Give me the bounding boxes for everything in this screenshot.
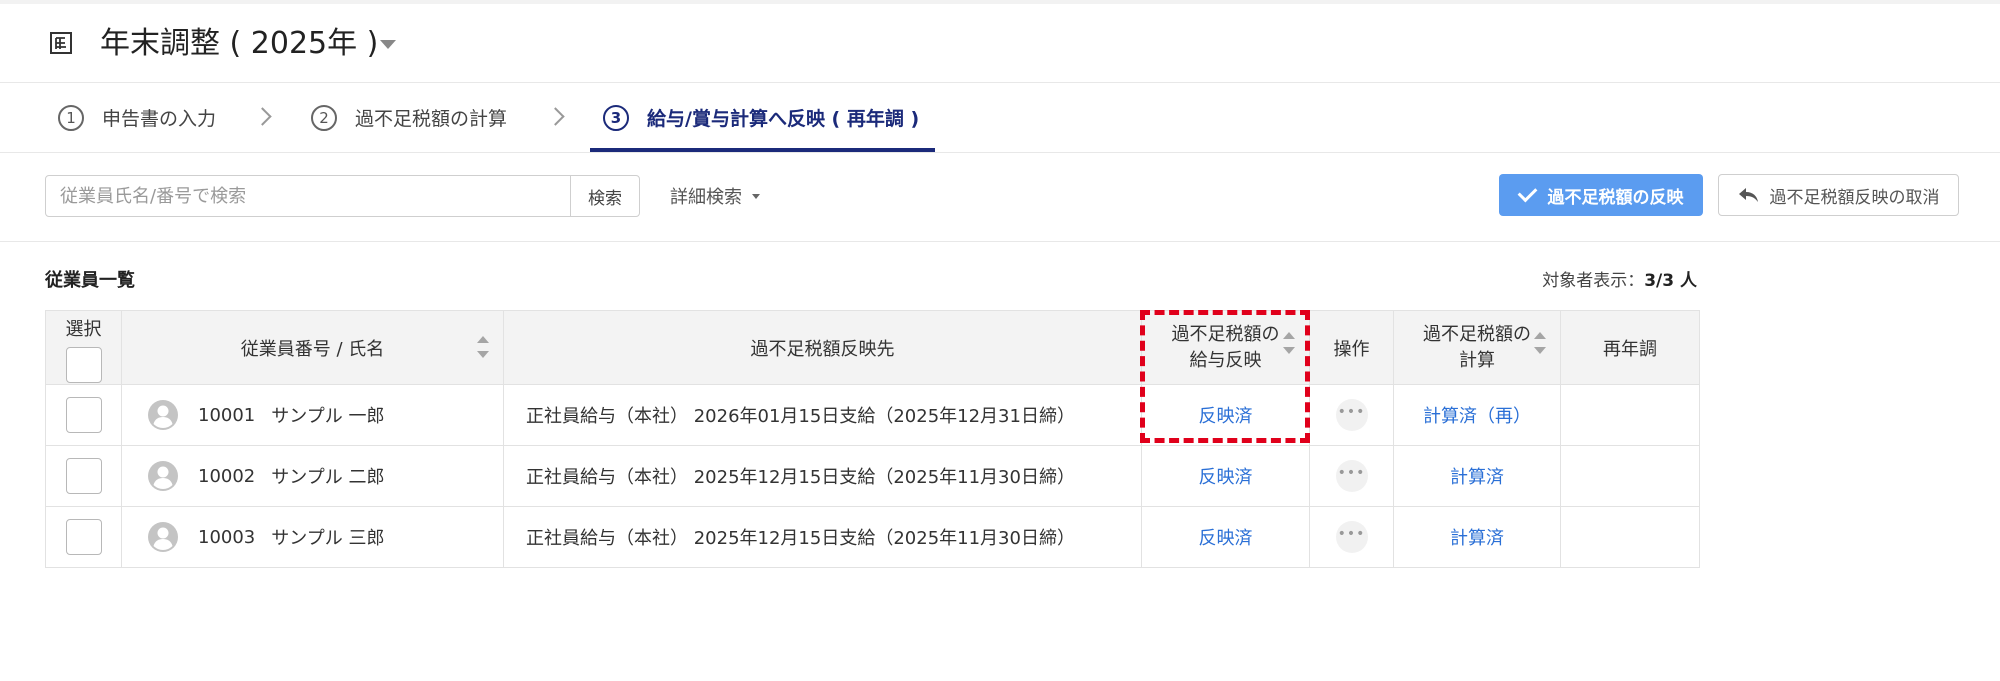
step-number: 1 bbox=[58, 104, 84, 131]
active-step-underline bbox=[590, 148, 935, 152]
avatar-icon bbox=[148, 522, 178, 552]
more-actions-icon[interactable]: ••• bbox=[1335, 399, 1368, 431]
employee-search-input[interactable] bbox=[45, 175, 571, 217]
employee-cell: 10001 サンプル 一郎 bbox=[121, 384, 504, 446]
step-2-calculation[interactable]: 2 過不足税額の計算 bbox=[311, 83, 507, 152]
column-destination: 過不足税額反映先 bbox=[503, 310, 1142, 385]
step-label: 過不足税額の計算 bbox=[355, 108, 508, 130]
step-number: 3 bbox=[603, 104, 629, 131]
salary-reflect-link[interactable]: 反映済 bbox=[1141, 506, 1310, 568]
cancel-reflect-button[interactable]: 過不足税額反映の取消 bbox=[1718, 174, 1959, 216]
employee-number: 10001 bbox=[198, 404, 256, 426]
caret-down-icon bbox=[752, 193, 760, 199]
destination-cell: 正社員給与（本社） 2025年12月15日支給（2025年11月30日締） bbox=[503, 445, 1142, 507]
row-checkbox[interactable] bbox=[65, 458, 102, 494]
salary-reflect-link[interactable]: 反映済 bbox=[1141, 445, 1310, 507]
sort-icon[interactable] bbox=[1283, 332, 1295, 354]
calculation-link[interactable]: 計算済 bbox=[1393, 506, 1561, 568]
readjust-cell bbox=[1560, 445, 1700, 507]
detail-search-label: 詳細検索 bbox=[670, 187, 742, 208]
employee-cell: 10002 サンプル 二郎 bbox=[121, 445, 504, 507]
operations-cell: ••• bbox=[1309, 506, 1394, 568]
sort-icon[interactable] bbox=[477, 336, 489, 358]
step-number: 2 bbox=[311, 104, 337, 131]
column-salary-reflect[interactable]: 過不足税額の 給与反映 bbox=[1141, 310, 1310, 385]
avatar-icon bbox=[148, 461, 178, 491]
destination-cell: 正社員給与（本社） 2025年12月15日支給（2025年11月30日締） bbox=[503, 506, 1142, 568]
readjust-cell bbox=[1560, 384, 1700, 446]
table-header-row: 選択 従業員番号 / 氏名 過不足税額反映先 過不足税額の 給与反映 操作 過不… bbox=[45, 310, 1700, 385]
employee-list-title: 従業員一覧 bbox=[45, 270, 135, 291]
column-readjust: 再年調 bbox=[1560, 310, 1700, 385]
step-1-input[interactable]: 1 申告書の入力 bbox=[58, 83, 216, 152]
employee-number: 10003 bbox=[198, 526, 256, 548]
readjust-cell bbox=[1560, 506, 1700, 568]
detail-search-toggle[interactable]: 詳細検索 bbox=[670, 175, 760, 217]
row-select-cell bbox=[45, 384, 122, 446]
step-3-reflect[interactable]: 3 給与/賞与計算へ反映 ( 再年調 ) bbox=[603, 83, 919, 152]
undo-arrow-icon bbox=[1738, 188, 1758, 202]
chevron-right-icon bbox=[546, 107, 565, 126]
table-row: 10002 サンプル 二郎 正社員給与（本社） 2025年12月15日支給（20… bbox=[45, 445, 1700, 507]
salary-reflect-link[interactable]: 反映済 bbox=[1141, 384, 1310, 446]
search-button[interactable]: 検索 bbox=[570, 175, 640, 217]
year-dropdown-caret-icon[interactable] bbox=[380, 40, 396, 49]
destination-cell: 正社員給与（本社） 2026年01月15日支給（2025年12月31日締） bbox=[503, 384, 1142, 446]
target-count-value: 3/3 人 bbox=[1644, 271, 1697, 291]
page-header: 年末調整 ( 2025年 ) bbox=[0, 4, 2000, 83]
avatar-icon bbox=[148, 400, 178, 430]
toolbar: 検索 詳細検索 過不足税額の反映 過不足税額反映の取消 bbox=[0, 153, 2000, 242]
employee-name: サンプル 一郎 bbox=[271, 406, 385, 427]
chevron-right-icon bbox=[253, 107, 272, 126]
column-calculation[interactable]: 過不足税額の 計算 bbox=[1393, 310, 1561, 385]
employee-cell: 10003 サンプル 三郎 bbox=[121, 506, 504, 568]
calculation-link[interactable]: 計算済 bbox=[1393, 445, 1561, 507]
employee-name: サンプル 三郎 bbox=[271, 528, 385, 549]
column-select-label: 選択 bbox=[65, 319, 102, 340]
column-select: 選択 bbox=[45, 310, 122, 385]
column-employee-label: 従業員番号 / 氏名 bbox=[240, 338, 385, 360]
column-operations-label: 操作 bbox=[1333, 338, 1370, 360]
more-actions-icon[interactable]: ••• bbox=[1335, 460, 1368, 492]
target-count: 対象者表示：3/3 人 bbox=[1542, 266, 1697, 291]
operations-cell: ••• bbox=[1309, 445, 1394, 507]
calendar-year-icon bbox=[50, 32, 72, 54]
column-readjust-label: 再年調 bbox=[1603, 338, 1657, 360]
reflect-tax-button[interactable]: 過不足税額の反映 bbox=[1499, 174, 1703, 216]
column-employee[interactable]: 従業員番号 / 氏名 bbox=[121, 310, 504, 385]
page-title: 年末調整 ( 2025年 ) bbox=[100, 26, 379, 61]
row-select-cell bbox=[45, 506, 122, 568]
step-label: 給与/賞与計算へ反映 ( 再年調 ) bbox=[647, 108, 920, 130]
operations-cell: ••• bbox=[1309, 384, 1394, 446]
step-label: 申告書の入力 bbox=[102, 108, 217, 130]
more-actions-icon[interactable]: ••• bbox=[1335, 521, 1368, 553]
step-navigation: 1 申告書の入力 2 過不足税額の計算 3 給与/賞与計算へ反映 ( 再年調 ) bbox=[0, 83, 2000, 153]
employee-number: 10002 bbox=[198, 465, 256, 487]
select-all-checkbox[interactable] bbox=[66, 347, 102, 383]
reflect-tax-button-label: 過不足税額の反映 bbox=[1547, 187, 1684, 208]
target-count-label: 対象者表示： bbox=[1542, 271, 1645, 291]
calculation-link[interactable]: 計算済（再） bbox=[1393, 384, 1561, 446]
employee-table: 選択 従業員番号 / 氏名 過不足税額反映先 過不足税額の 給与反映 操作 過不… bbox=[45, 310, 1700, 568]
check-icon bbox=[1517, 182, 1537, 202]
table-row: 10001 サンプル 一郎 正社員給与（本社） 2026年01月15日支給（20… bbox=[45, 384, 1700, 446]
row-checkbox[interactable] bbox=[65, 519, 102, 555]
table-row: 10003 サンプル 三郎 正社員給与（本社） 2025年12月15日支給（20… bbox=[45, 506, 1700, 568]
row-checkbox[interactable] bbox=[65, 397, 102, 433]
sort-icon[interactable] bbox=[1534, 332, 1546, 354]
column-destination-label: 過不足税額反映先 bbox=[750, 338, 895, 360]
employee-name: サンプル 二郎 bbox=[271, 467, 385, 488]
column-operations: 操作 bbox=[1309, 310, 1394, 385]
cancel-reflect-button-label: 過不足税額反映の取消 bbox=[1769, 187, 1940, 208]
row-select-cell bbox=[45, 445, 122, 507]
